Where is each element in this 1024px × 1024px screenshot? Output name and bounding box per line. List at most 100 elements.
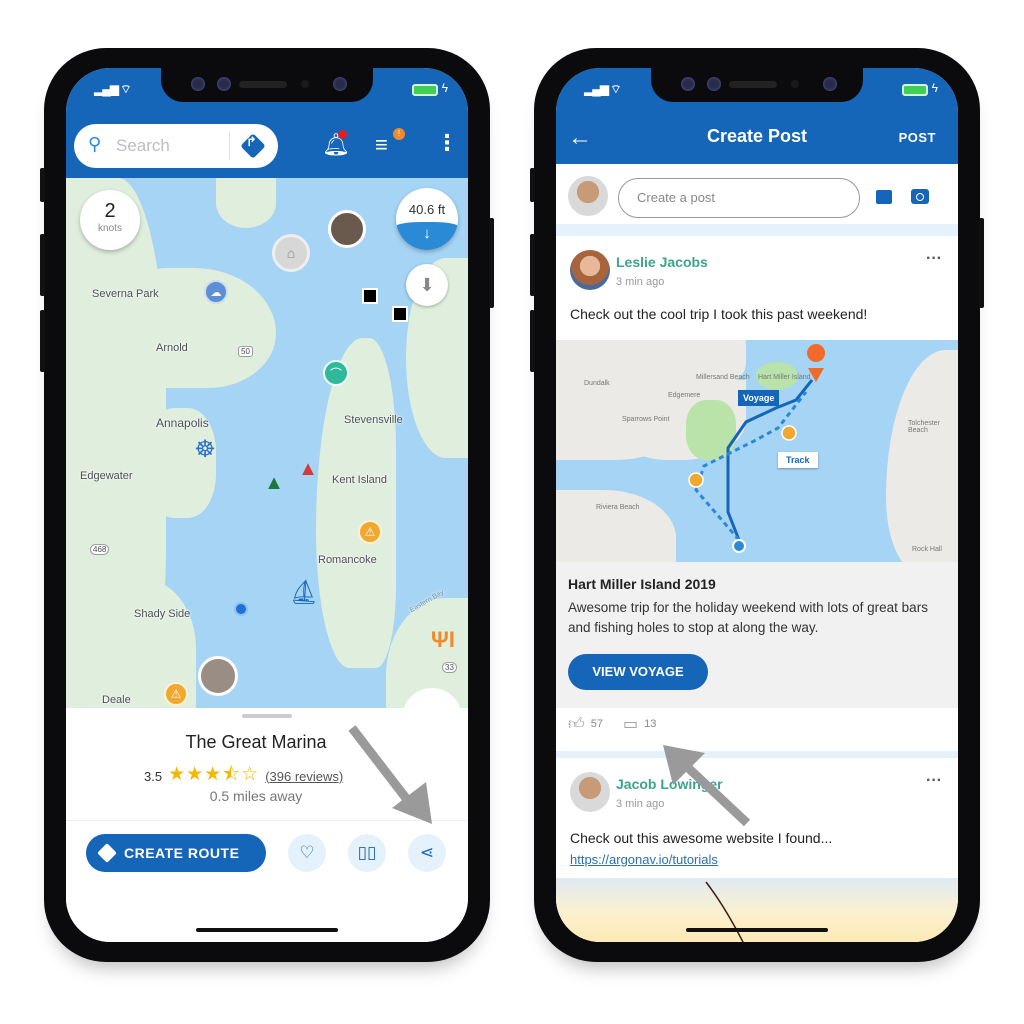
signal-bars-icon: ▂▄▆ ︎⌔ <box>94 82 132 96</box>
map-label: Stevensville <box>344 414 403 426</box>
create-route-label: CREATE ROUTE <box>124 845 240 861</box>
reviews-link[interactable]: (396 reviews) <box>265 769 343 784</box>
more-horizontal-icon[interactable]: ··· <box>926 250 942 268</box>
more-horizontal-icon[interactable]: ··· <box>926 772 942 790</box>
route-shield: 468 <box>90 544 110 555</box>
app-header: ← Create Post POST <box>556 114 958 164</box>
map-label: Annapolis <box>156 416 209 430</box>
sensor <box>217 77 231 91</box>
avatar <box>568 176 608 216</box>
weather-icon[interactable]: ☁ <box>204 280 228 304</box>
helm-icon[interactable]: ☸ <box>192 436 218 463</box>
voyage-card: Hart Miller Island 2019 Awesome trip for… <box>556 562 958 708</box>
route-overlay <box>688 344 826 553</box>
link-preview-image[interactable] <box>556 878 958 942</box>
user-avatar-marker[interactable] <box>328 210 366 248</box>
land-north <box>216 178 276 228</box>
battery-charging-icon <box>412 84 438 96</box>
home-indicator <box>196 928 338 932</box>
notch <box>651 68 863 102</box>
post-author[interactable]: Leslie Jacobs <box>616 254 708 270</box>
volume-down-button <box>530 310 535 372</box>
map-label: Edgewater <box>80 470 133 482</box>
hazard-icon[interactable]: ⚠ <box>358 520 382 544</box>
camera-icon[interactable] <box>911 189 929 204</box>
heart-icon: ♡ <box>299 843 315 862</box>
guide-button[interactable]: ▯▯ <box>348 834 386 872</box>
search-icon: ⚲ <box>88 134 102 154</box>
post-composer: Create a post <box>556 164 958 230</box>
user-avatar-marker[interactable] <box>198 656 238 696</box>
volume-up-button <box>530 234 535 296</box>
sheet-drag-handle[interactable] <box>242 714 292 718</box>
fish-icon[interactable]: ⌒ <box>323 360 349 386</box>
directions-arrow-icon: ↱ <box>246 134 257 149</box>
nautical-map[interactable]: Severna Park Arnold Annapolis Stevensvil… <box>66 178 468 708</box>
voyage-tag: Voyage <box>738 390 780 406</box>
sensor <box>791 80 799 88</box>
speaker <box>239 81 287 88</box>
comment-icon[interactable]: ▭ <box>623 714 638 734</box>
thumbs-up-icon[interactable]: 👍︎ <box>568 715 585 734</box>
green-buoy-icon[interactable]: ▲ <box>264 468 284 498</box>
volume-up-button <box>40 234 45 296</box>
post-button[interactable]: POST <box>899 130 936 145</box>
route-shield: 33 <box>442 662 457 673</box>
divider <box>229 132 230 160</box>
avatar[interactable] <box>570 250 610 290</box>
track-tag: Track <box>778 452 818 468</box>
comment-count: 13 <box>644 718 657 730</box>
home-indicator <box>686 928 828 932</box>
feed-post: Leslie Jacobs 3 min ago ··· Check out th… <box>556 236 958 751</box>
voyage-description: Awesome trip for the holiday weekend wit… <box>568 600 928 635</box>
speed-indicator[interactable]: 2 knots <box>80 190 140 250</box>
favorite-button[interactable]: ♡ <box>288 834 326 872</box>
battery-charging-icon <box>902 84 928 96</box>
land-kent-island <box>316 338 396 668</box>
arrow-down-icon: ↓ <box>396 222 458 250</box>
map-square-marker[interactable] <box>362 288 378 304</box>
destination-pin <box>807 344 826 382</box>
like-count: 57 <box>590 718 603 730</box>
sailboat-icon[interactable]: ⛵︎ <box>288 578 320 606</box>
search-input[interactable]: ⚲ Search ↱ <box>74 124 278 168</box>
filter-badge: ! <box>393 128 405 140</box>
hazard-marker <box>688 472 704 488</box>
directions-diamond-icon <box>97 843 117 863</box>
map-toolbar: ⚲ Search ↱ 🔔︎ ≡ ! ⋮ <box>66 114 468 178</box>
fishing-line-graphic <box>705 881 744 942</box>
hazard-icon[interactable]: ⚠ <box>164 682 188 706</box>
avatar[interactable] <box>570 772 610 812</box>
red-buoy-icon[interactable]: ▲ <box>298 454 318 484</box>
image-icon[interactable] <box>876 190 892 204</box>
restaurant-icon[interactable]: ΨI <box>428 626 458 654</box>
depth-value: 40.6 ft <box>408 202 446 217</box>
view-voyage-button[interactable]: VIEW VOYAGE <box>568 654 708 690</box>
signal-bars-icon: ▂▄▆ ︎⌔ <box>584 82 622 96</box>
notch <box>161 68 373 102</box>
marina-icon[interactable]: ⌂ <box>272 234 310 272</box>
post-link[interactable]: https://argonav.io/tutorials <box>570 852 718 867</box>
sensor <box>707 77 721 91</box>
power-button <box>489 218 494 308</box>
filter-icon[interactable]: ≡ <box>375 132 388 158</box>
depth-indicator[interactable]: 40.6 ft ↓ <box>396 188 458 250</box>
annotation-arrow-share <box>348 725 432 824</box>
map-label: Severna Park <box>92 288 159 300</box>
location-pin-icon[interactable]: ⬇ <box>406 264 448 306</box>
speed-unit: knots <box>98 223 122 234</box>
create-route-button[interactable]: CREATE ROUTE <box>86 834 266 872</box>
start-point <box>732 539 746 553</box>
map-label: Romancoke <box>318 554 377 566</box>
post-time: 3 min ago <box>616 276 665 288</box>
charging-bolt-icon: ϟ <box>931 81 938 95</box>
voyage-map[interactable]: Dundalk Edgemere Sparrows Point Millersa… <box>556 340 958 562</box>
post-text: Check out this awesome website I found..… <box>570 830 833 846</box>
share-button[interactable]: ⋖ <box>408 834 446 872</box>
create-post-input[interactable]: Create a post <box>618 178 860 218</box>
map-label: Arnold <box>156 342 188 354</box>
front-camera <box>823 77 837 91</box>
annotation-arrow-comments <box>663 745 751 827</box>
map-square-marker[interactable] <box>392 306 408 322</box>
more-vertical-icon[interactable]: ⋮ <box>436 130 458 156</box>
